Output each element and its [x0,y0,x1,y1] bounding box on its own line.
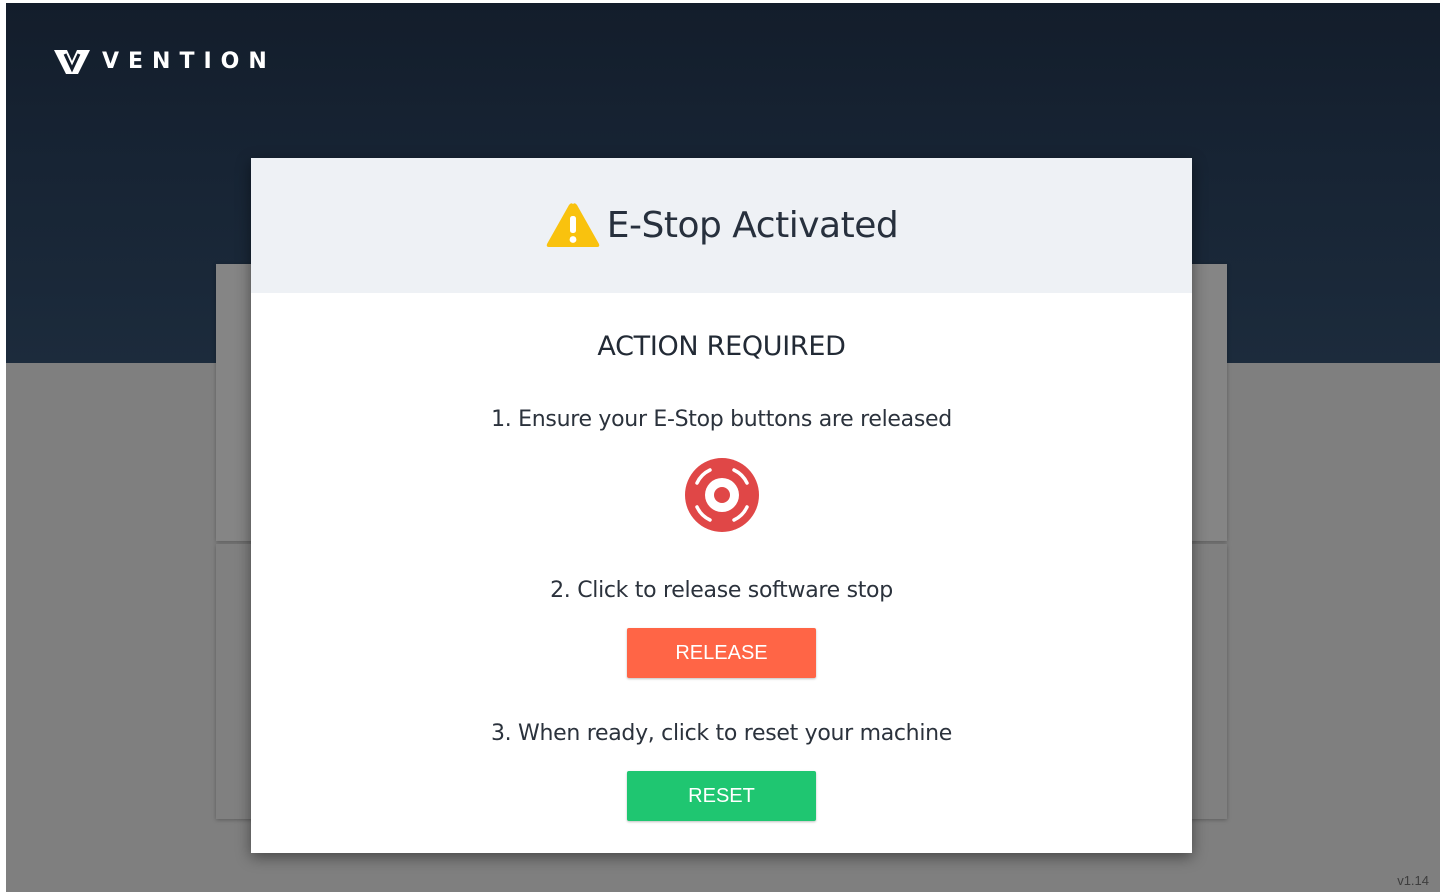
step-1-text: 1. Ensure your E-Stop buttons are releas… [491,407,952,432]
vention-logo-icon [54,50,90,74]
release-button[interactable]: RELEASE [627,628,816,678]
step-2-text: 2. Click to release software stop [550,578,893,603]
brand-logo: VENTION [54,49,276,75]
step-3-text: 3. When ready, click to reset your machi… [490,721,953,746]
action-required-heading: ACTION REQUIRED [597,331,846,362]
modal-title: E-Stop Activated [606,205,899,246]
brand-name: VENTION [102,49,276,74]
reset-button[interactable]: RESET [627,771,816,821]
estop-button-icon [685,458,759,532]
warning-icon [546,202,600,247]
version-label: v1.14 [1397,873,1429,888]
modal-body: ACTION REQUIRED 1. Ensure your E-Stop bu… [251,293,1192,853]
modal-header: E-Stop Activated [251,158,1192,293]
estop-modal: E-Stop Activated ACTION REQUIRED 1. Ensu… [251,158,1192,853]
